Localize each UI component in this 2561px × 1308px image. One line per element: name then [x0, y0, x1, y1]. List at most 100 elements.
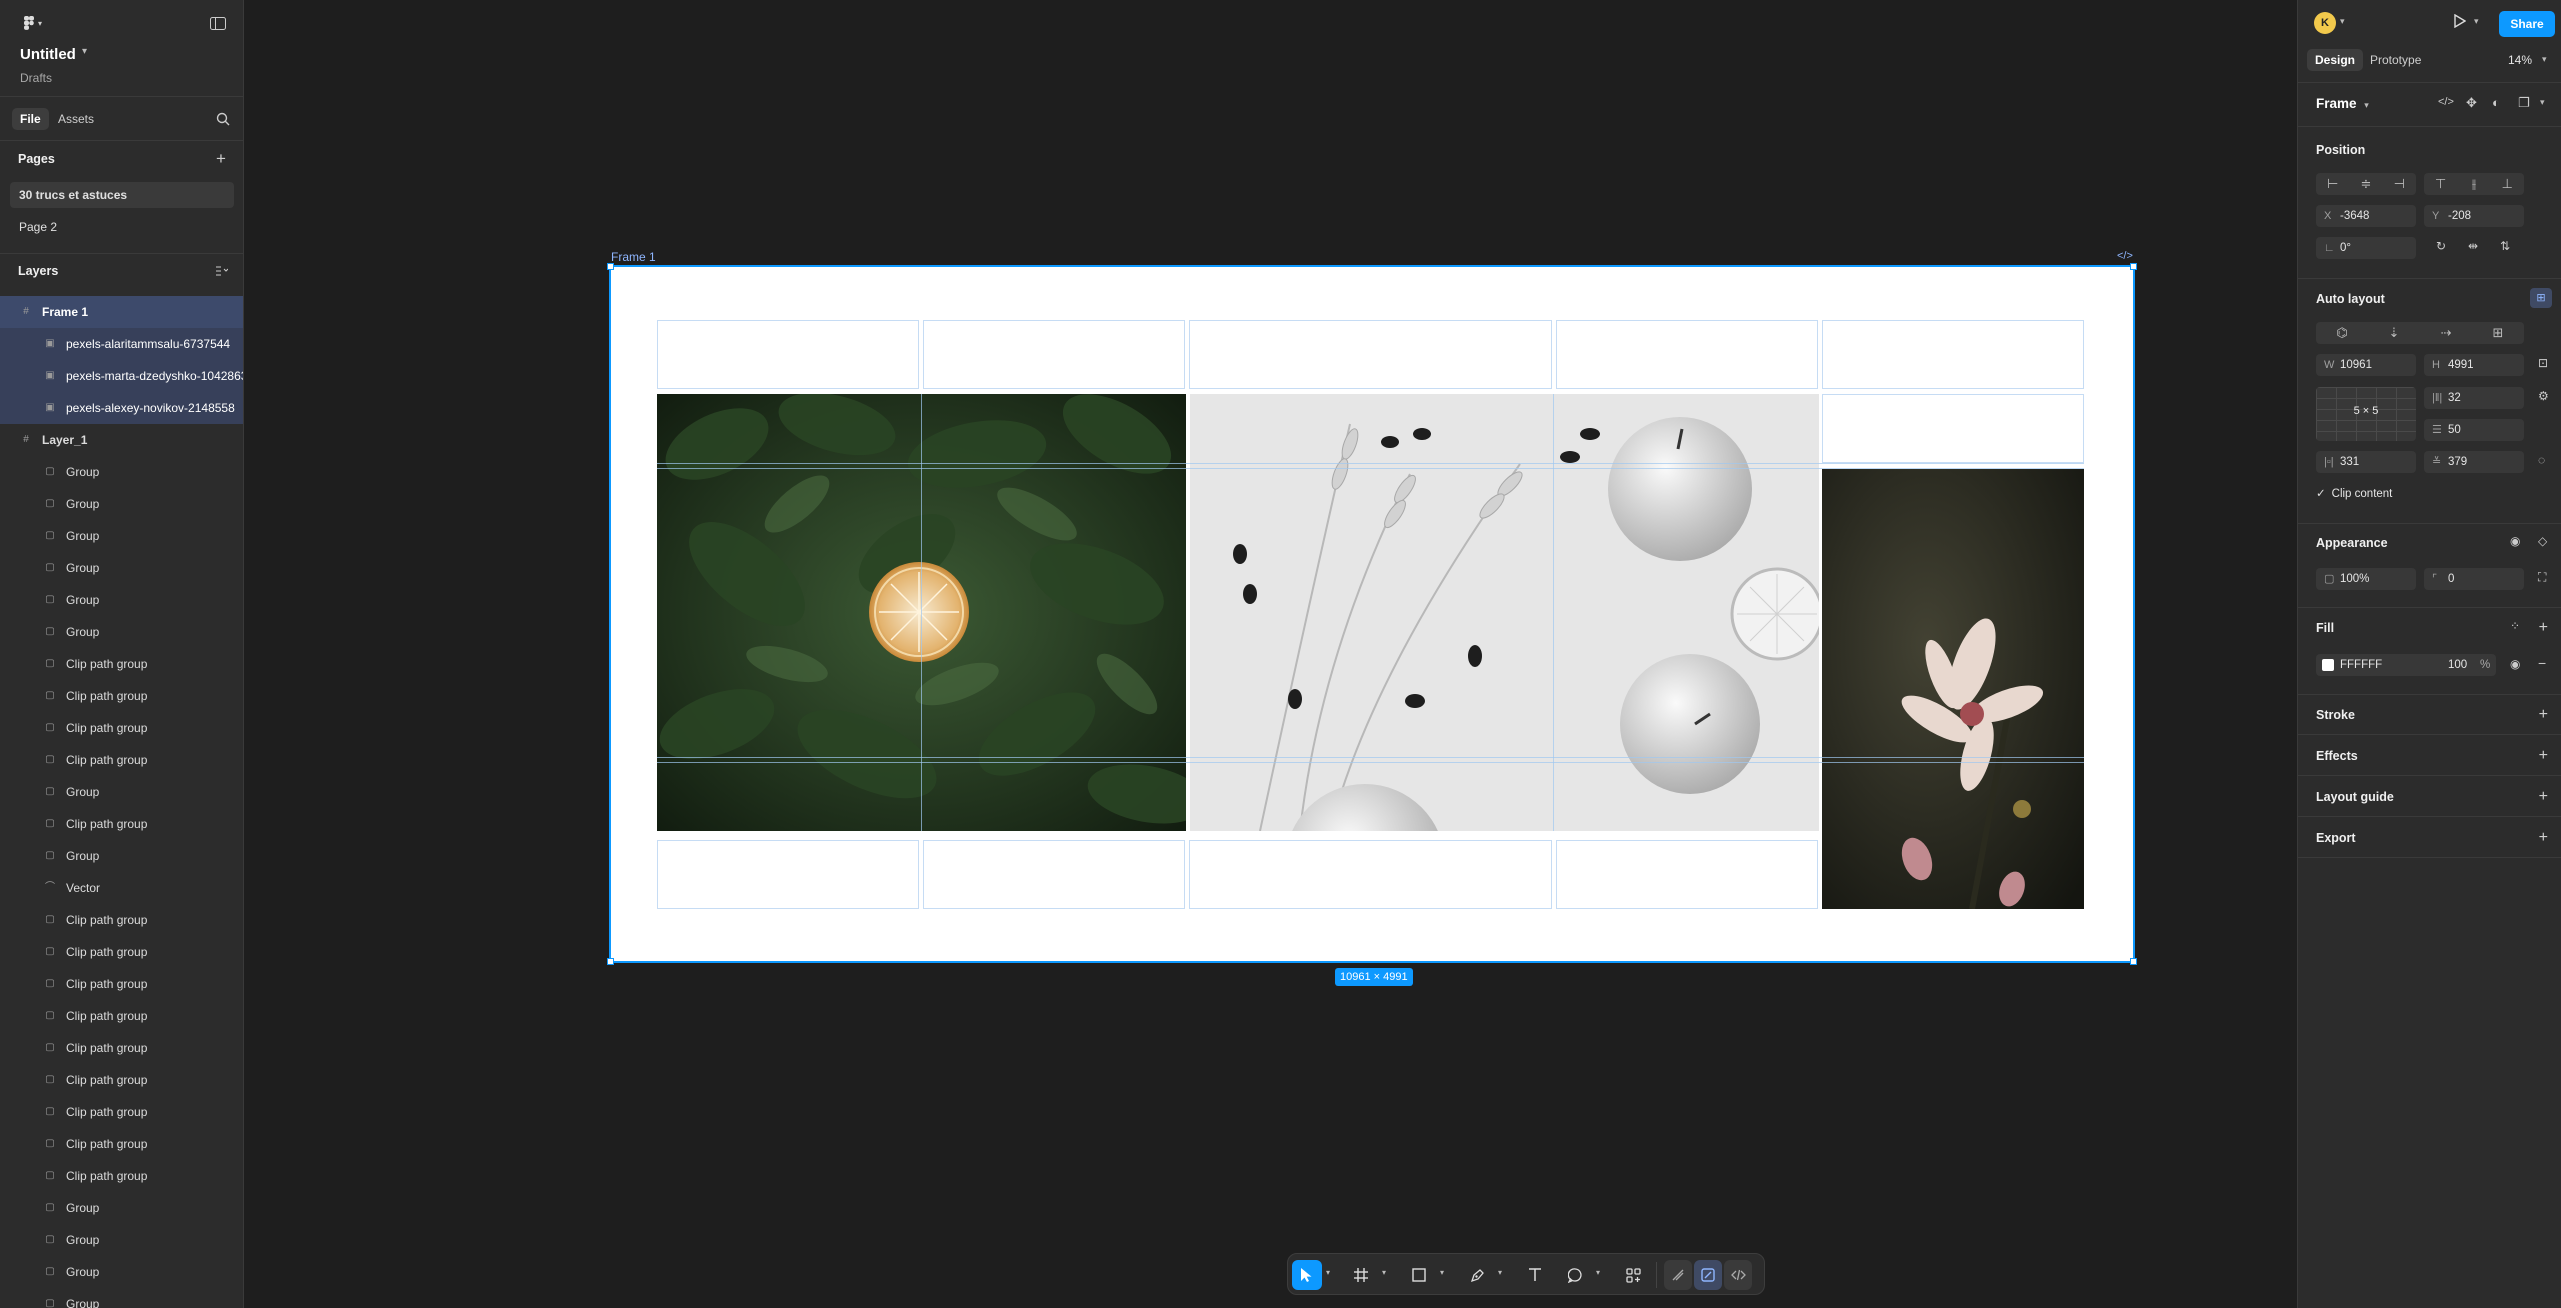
width-field[interactable]: W 10961 [2316, 354, 2416, 376]
align-left-icon[interactable]: ⊢ [2316, 173, 2349, 195]
move-tool-button[interactable] [1292, 1260, 1322, 1290]
canvas[interactable]: Frame 1 </> 10961 × 4991 ▾ ▾ ▾ ▾ ▾ [244, 0, 2296, 1308]
padding-options-icon[interactable]: ◌ [2538, 453, 2545, 467]
draw-mode-button[interactable] [1664, 1260, 1692, 1290]
auto-layout-toggle[interactable]: ⊞ [2530, 288, 2552, 308]
chevron-down-icon[interactable]: ▾ [1498, 1268, 1502, 1277]
vertical-padding-field[interactable]: ≚ 379 [2424, 451, 2524, 473]
pen-tool-button[interactable] [1462, 1260, 1492, 1290]
frame-label[interactable]: Frame 1 [611, 250, 656, 264]
layout-vertical-icon[interactable]: ⇣ [2368, 322, 2420, 344]
rotate-90-icon[interactable]: ↻ [2436, 239, 2446, 253]
resize-handle[interactable] [2130, 958, 2137, 965]
chevron-down-icon[interactable]: ▾ [1382, 1268, 1386, 1277]
zoom-level[interactable]: 14% [2508, 53, 2532, 67]
styles-grid-icon[interactable]: ⁘ [2510, 619, 2520, 633]
dev-mode-button[interactable] [1724, 1260, 1752, 1290]
layout-settings-icon[interactable]: ⚙ [2538, 389, 2549, 403]
share-button[interactable]: Share [2499, 11, 2555, 37]
layer-row[interactable]: ▢ Clip path group [0, 1032, 243, 1064]
design-mode-button[interactable] [1694, 1260, 1722, 1290]
layer-row[interactable]: ▢ Clip path group [0, 1096, 243, 1128]
inspect-code-button[interactable]: </> [2438, 96, 2454, 108]
layer-row[interactable]: ⌒ Vector [0, 872, 243, 904]
comment-tool-button[interactable] [1560, 1260, 1590, 1290]
align-top-icon[interactable]: ⊤ [2424, 173, 2457, 195]
layer-row[interactable]: ▢ Clip path group [0, 808, 243, 840]
layer-row[interactable]: ▢ Clip path group [0, 1128, 243, 1160]
rectangle-tool-button[interactable] [1404, 1260, 1434, 1290]
layout-free-icon[interactable]: ⌬ [2316, 322, 2368, 344]
photo-wheat-apples[interactable] [1190, 394, 1819, 831]
layer-row[interactable]: ▢ Clip path group [0, 680, 243, 712]
chevron-down-icon[interactable]: ▾ [2542, 54, 2547, 65]
corner-radius-field[interactable]: ⌜ 0 [2424, 568, 2524, 590]
align-center-h-icon[interactable]: ≑ [2349, 173, 2382, 195]
variants-icon[interactable]: ❐ [2518, 95, 2530, 111]
resize-to-fit-icon[interactable]: ⊡ [2538, 356, 2548, 370]
blend-mode-icon[interactable]: ◇ [2538, 534, 2547, 548]
rotation-field[interactable]: ∟ 0° [2316, 237, 2416, 259]
y-field[interactable]: Y -208 [2424, 205, 2524, 227]
add-fill-button[interactable]: + [2539, 620, 2548, 636]
align-middle-icon[interactable]: ⫲ [2457, 173, 2490, 195]
text-tool-button[interactable] [1520, 1260, 1550, 1290]
component-icon[interactable]: ✥ [2466, 95, 2477, 111]
file-title[interactable]: Untitled [20, 46, 76, 63]
resize-handle[interactable] [607, 958, 614, 965]
tab-assets[interactable]: Assets [50, 108, 102, 130]
layer-row[interactable]: ▢ Clip path group [0, 648, 243, 680]
tab-design[interactable]: Design [2307, 49, 2364, 71]
layer-row[interactable]: ▢ Clip path group [0, 936, 243, 968]
layer-row[interactable]: ▢ Group [0, 456, 243, 488]
chevron-down-icon[interactable]: ▾ [1440, 1268, 1444, 1277]
actions-tool-button[interactable] [1618, 1260, 1648, 1290]
height-field[interactable]: H 4991 [2424, 354, 2524, 376]
add-stroke-button[interactable]: + [2539, 707, 2548, 723]
add-page-button[interactable]: + [212, 149, 230, 168]
horizontal-padding-field[interactable]: |▫| 331 [2316, 451, 2416, 473]
remove-fill-icon[interactable]: − [2538, 655, 2546, 671]
layer-row[interactable]: ▢ Clip path group [0, 712, 243, 744]
search-layers-button[interactable] [214, 110, 232, 128]
contrast-icon[interactable]: ◐ [2492, 95, 2500, 110]
flip-vertical-icon[interactable]: ⇅ [2500, 239, 2510, 253]
layer-row[interactable]: ▣ pexels-marta-dzedyshko-1042863 [0, 360, 243, 392]
fill-swatch[interactable] [2322, 659, 2334, 671]
tab-prototype[interactable]: Prototype [2370, 49, 2421, 71]
frame-1[interactable] [607, 263, 2137, 965]
present-button[interactable] [2454, 14, 2466, 28]
layer-row[interactable]: ▢ Group [0, 584, 243, 616]
chevron-down-icon[interactable]: ▾ [2540, 97, 2545, 108]
layer-row[interactable]: ▢ Group [0, 616, 243, 648]
add-effect-button[interactable]: + [2539, 748, 2548, 764]
layer-row[interactable]: ▢ Group [0, 1288, 243, 1308]
page-item[interactable]: 30 trucs et astuces [10, 182, 234, 208]
fill-visibility-icon[interactable]: ◉ [2510, 657, 2520, 671]
add-export-button[interactable]: + [2539, 830, 2548, 846]
row-gap-field[interactable]: ☰ 50 [2424, 419, 2524, 441]
layer-row[interactable]: ▣ pexels-alexey-novikov-2148558 [0, 392, 243, 424]
toggle-sidebar-button[interactable] [208, 14, 228, 32]
frame-tool-button[interactable] [1346, 1260, 1376, 1290]
code-icon[interactable]: </> [2117, 250, 2133, 262]
layer-row[interactable]: ▢ Group [0, 552, 243, 584]
layout-grid-icon[interactable]: ⊞ [2472, 322, 2524, 344]
photo-magnolia[interactable] [1822, 469, 2084, 909]
file-location[interactable]: Drafts [20, 71, 52, 85]
clip-content-checkbox[interactable]: ✓ Clip content [2316, 486, 2392, 500]
chevron-down-icon[interactable]: ▾ [82, 46, 87, 57]
layer-row[interactable]: # Layer_1 [0, 424, 243, 456]
layer-row[interactable]: ▢ Group [0, 840, 243, 872]
page-item[interactable]: Page 2 [10, 214, 234, 240]
chevron-down-icon[interactable]: ▾ [2340, 16, 2345, 27]
align-bottom-icon[interactable]: ⊥ [2491, 173, 2524, 195]
layer-row[interactable]: ▢ Group [0, 1192, 243, 1224]
layer-row[interactable]: ▢ Group [0, 488, 243, 520]
layer-row[interactable]: ▢ Group [0, 520, 243, 552]
layer-row[interactable]: ▢ Clip path group [0, 744, 243, 776]
flip-horizontal-icon[interactable]: ⇹ [2468, 239, 2478, 253]
fill-color-field[interactable]: FFFFFF 100 % [2316, 654, 2496, 676]
chevron-down-icon[interactable]: ▾ [1596, 1268, 1600, 1277]
column-gap-field[interactable]: |‖| 32 [2424, 387, 2524, 409]
